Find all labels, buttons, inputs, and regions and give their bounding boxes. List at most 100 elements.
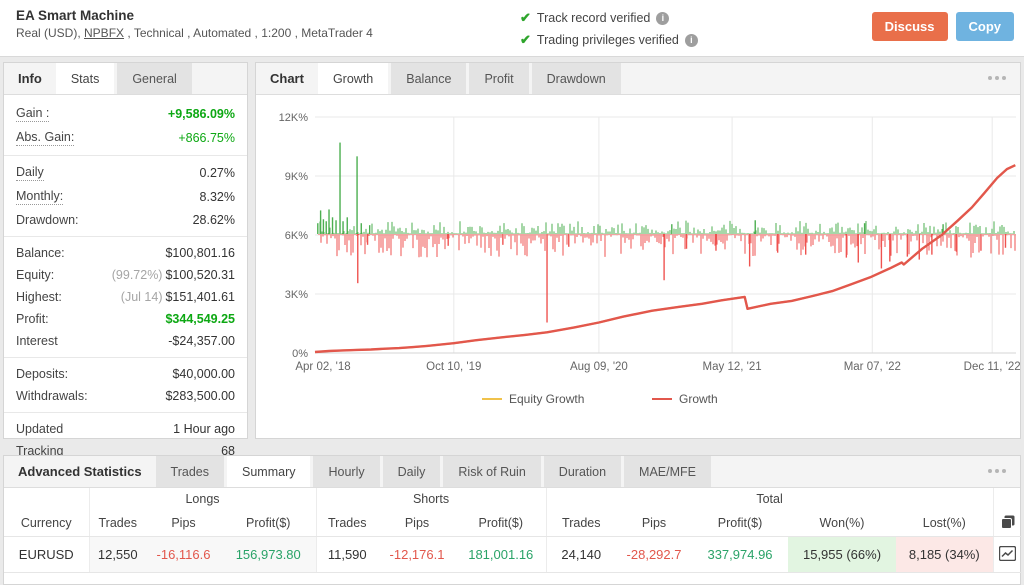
y-tick-label: 12K% xyxy=(279,112,309,124)
info-value-text: +9,586.09% xyxy=(168,107,235,121)
table-column-header-row: CurrencyTradesPipsProfit($)TradesPipsPro… xyxy=(4,510,1022,537)
tab-mae-mfe[interactable]: MAE/MFE xyxy=(624,456,711,487)
column-header-won: Won(%) xyxy=(788,510,896,537)
y-tick-label: 0% xyxy=(292,348,308,360)
info-value-text: 8.32% xyxy=(200,190,235,204)
cell-profit: 181,001.16 xyxy=(456,537,546,573)
info-row-drawdown: Drawdown:28.62% xyxy=(4,209,247,231)
info-row-interest: Interest-$24,357.00 xyxy=(4,330,247,352)
info-tabs: StatsGeneral xyxy=(56,63,195,94)
subtitle-prefix: Real (USD), xyxy=(16,26,84,40)
tab-stats[interactable]: Stats xyxy=(56,63,115,94)
cell-profit: 337,974.96 xyxy=(692,537,788,573)
info-label: Daily xyxy=(16,165,44,181)
y-tick-label: 6K% xyxy=(285,230,308,242)
info-group: Deposits:$40,000.00Withdrawals:$283,500.… xyxy=(4,358,247,413)
row-chart-icon[interactable] xyxy=(993,537,1022,573)
info-group: Daily 0.27% Monthly: 8.32% Drawdown:28.62% xyxy=(4,156,247,237)
info-row-daily: Daily 0.27% xyxy=(4,161,247,185)
tab-balance[interactable]: Balance xyxy=(391,63,466,94)
info-label: Interest xyxy=(16,334,58,348)
info-value: 0.27% xyxy=(200,166,235,180)
growth-chart: 0%3K%6K%9K%12K%Apr 02, '18Oct 10, '19Aug… xyxy=(256,94,1020,438)
info-label: Profit: xyxy=(16,312,49,326)
y-tick-label: 9K% xyxy=(285,171,308,183)
stats-tabs: TradesSummaryHourlyDailyRisk of RuinDura… xyxy=(156,456,714,487)
broker-link[interactable]: NPBFX xyxy=(84,26,124,40)
info-row-balance: Balance: $100,801.16 xyxy=(4,242,247,264)
copy-button[interactable]: Copy xyxy=(956,12,1015,41)
tab-hourly[interactable]: Hourly xyxy=(313,456,379,487)
verified-label: Track record verified xyxy=(537,11,650,25)
info-icon[interactable]: i xyxy=(656,12,669,25)
info-value-prefix: (99.72%) xyxy=(112,268,163,282)
info-group: Gain :+9,586.09%Abs. Gain:+866.75% xyxy=(4,97,247,156)
summary-table: LongsShortsTotalCurrencyTradesPipsProfit… xyxy=(4,488,1022,573)
info-row-profit: Profit:$344,549.25 xyxy=(4,308,247,330)
info-icon[interactable]: i xyxy=(685,34,698,47)
info-label: Balance: xyxy=(16,246,65,260)
column-header-trades: Trades xyxy=(89,510,146,537)
group-header-shorts: Shorts xyxy=(316,488,546,510)
tab-growth[interactable]: Growth xyxy=(318,63,388,94)
info-panel-title: Info xyxy=(4,63,56,94)
info-label: Highest: xyxy=(16,290,62,304)
stats-panel-header: Advanced Statistics TradesSummaryHourlyD… xyxy=(4,456,1020,488)
column-header-pips: Pips xyxy=(146,510,221,537)
stats-menu-ellipsis-icon[interactable] xyxy=(988,469,1006,473)
info-label: Monthly: xyxy=(16,189,63,205)
advanced-statistics-panel: Advanced Statistics TradesSummaryHourlyD… xyxy=(3,455,1021,585)
verified-label: Trading privileges verified xyxy=(537,33,679,47)
discuss-button[interactable]: Discuss xyxy=(872,12,948,41)
x-tick-label: Mar 07, '22 xyxy=(844,361,901,373)
info-value: (99.72%)$100,520.31 xyxy=(112,268,235,282)
header-buttons: Discuss Copy xyxy=(872,12,1014,41)
info-label: Deposits: xyxy=(16,367,68,381)
column-header-pips: Pips xyxy=(378,510,456,537)
tab-trades[interactable]: Trades xyxy=(156,456,224,487)
tab-summary[interactable]: Summary xyxy=(227,456,310,487)
group-header-longs: Longs xyxy=(89,488,316,510)
copy-table-icon[interactable] xyxy=(993,510,1022,537)
cell-trades: 11,590 xyxy=(316,537,378,573)
x-tick-label: Apr 02, '18 xyxy=(295,361,350,373)
info-label: Equity: xyxy=(16,268,54,282)
stats-panel-title: Advanced Statistics xyxy=(4,456,156,487)
cell-lost: 8,185 (34%) xyxy=(896,537,993,573)
info-value: (Jul 14)$151,401.61 xyxy=(121,290,235,304)
info-panel: Info StatsGeneral Gain :+9,586.09%Abs. G… xyxy=(3,62,248,439)
tab-risk-of-ruin[interactable]: Risk of Ruin xyxy=(443,456,540,487)
tab-drawdown[interactable]: Drawdown xyxy=(532,63,621,94)
info-label: Drawdown: xyxy=(16,213,79,227)
group-header-total: Total xyxy=(546,488,993,510)
legend-equity-growth: Equity Growth xyxy=(509,392,584,406)
cell-trades: 12,550 xyxy=(89,537,146,573)
chart-menu-ellipsis-icon[interactable] xyxy=(988,76,1006,80)
tab-profit[interactable]: Profit xyxy=(469,63,528,94)
info-row-equity: Equity: (99.72%)$100,520.31 xyxy=(4,264,247,286)
column-header-profit: Profit($) xyxy=(221,510,316,537)
tab-duration[interactable]: Duration xyxy=(544,456,621,487)
cell-pips: -12,176.1 xyxy=(378,537,456,573)
info-value-text: 1 Hour ago xyxy=(173,422,235,436)
column-header-trades: Trades xyxy=(316,510,378,537)
check-icon: ✔ xyxy=(520,10,531,26)
chart-tabs: GrowthBalanceProfitDrawdown xyxy=(318,63,624,94)
info-row-monthly: Monthly: 8.32% xyxy=(4,185,247,209)
y-tick-label: 3K% xyxy=(285,289,308,301)
cell-won: 15,955 (66%) xyxy=(788,537,896,573)
x-tick-label: Dec 11, '22 xyxy=(964,361,1020,373)
empty-cell xyxy=(993,488,1022,510)
info-row-gain: Gain :+9,586.09% xyxy=(4,102,247,126)
tab-general[interactable]: General xyxy=(117,63,191,94)
info-row-highest: Highest: (Jul 14)$151,401.61 xyxy=(4,286,247,308)
growth-chart-svg: 0%3K%6K%9K%12K%Apr 02, '18Oct 10, '19Aug… xyxy=(256,94,1020,438)
tab-daily[interactable]: Daily xyxy=(383,456,441,487)
info-value: +9,586.09% xyxy=(168,107,235,121)
chart-panel-title: Chart xyxy=(256,63,318,94)
info-value: +866.75% xyxy=(178,131,235,145)
chart-panel-header: Chart GrowthBalanceProfitDrawdown xyxy=(256,63,1020,95)
info-value: $100,801.16 xyxy=(165,246,235,260)
chart-panel: Chart GrowthBalanceProfitDrawdown 0% 3K% 6… xyxy=(255,62,1021,439)
top-bar: EA Smart Machine Real (USD), NPBFX , Tec… xyxy=(0,0,1024,57)
